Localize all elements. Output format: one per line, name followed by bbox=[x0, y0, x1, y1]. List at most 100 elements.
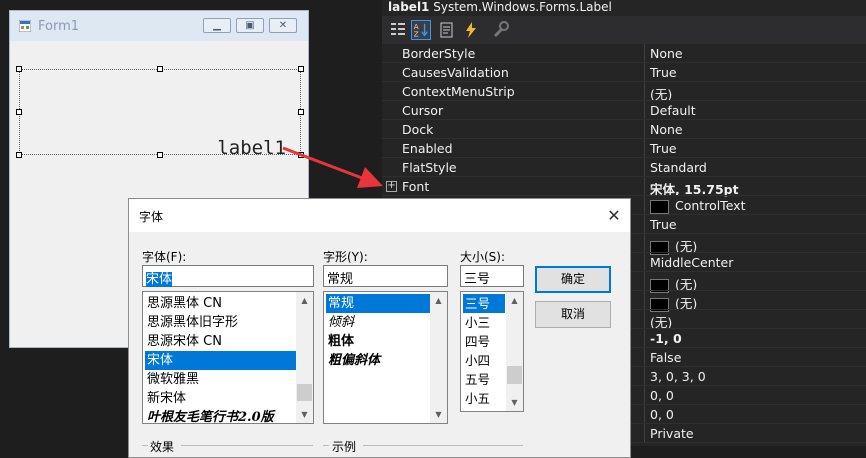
property-value[interactable]: 0, 0 bbox=[650, 388, 674, 403]
font-family-item[interactable]: 思源宋体 CN bbox=[145, 332, 296, 351]
property-name: FlatStyle bbox=[402, 160, 457, 175]
font-style-item[interactable]: 倾斜 bbox=[326, 313, 433, 332]
property-value[interactable]: Default bbox=[650, 103, 696, 118]
label1-control[interactable]: label1 bbox=[19, 69, 301, 159]
property-value[interactable]: Private bbox=[650, 426, 694, 441]
expand-icon[interactable]: + bbox=[386, 181, 397, 192]
scroll-down-icon[interactable]: ▼ bbox=[506, 394, 523, 411]
font-family-item[interactable]: 叶根友毛笔行书2.0版 bbox=[145, 408, 296, 423]
resize-handle-bottom[interactable] bbox=[157, 152, 163, 158]
font-size-list[interactable]: 三号小三四号小四五号小五六号▲▼ bbox=[460, 291, 524, 412]
property-divider bbox=[644, 101, 645, 120]
property-row[interactable]: Cursor Default bbox=[382, 101, 866, 120]
sample-group-label: 示例 bbox=[332, 440, 357, 454]
font-size-item[interactable]: 五号 bbox=[463, 370, 505, 389]
font-family-item[interactable]: 思源黑体 CN bbox=[145, 294, 296, 313]
properties-object-selector[interactable]: label1 System.Windows.Forms.Label bbox=[382, 0, 866, 16]
property-row[interactable]: FlatStyle Standard bbox=[382, 158, 866, 177]
font-size-item[interactable]: 小三 bbox=[463, 313, 505, 332]
events-icon[interactable] bbox=[461, 20, 481, 40]
resize-handle-left[interactable] bbox=[16, 109, 22, 115]
font-style-item[interactable]: 粗偏斜体 bbox=[326, 351, 433, 370]
font-size-input[interactable]: 三号 bbox=[460, 265, 524, 287]
resize-handle-bottom-right[interactable] bbox=[298, 152, 304, 158]
list-scrollbar[interactable]: ▲ ▼ bbox=[296, 292, 313, 423]
property-divider bbox=[644, 177, 645, 196]
font-family-item[interactable]: 微软雅黑 bbox=[145, 370, 296, 389]
property-name: BorderStyle bbox=[402, 46, 476, 61]
property-divider bbox=[644, 82, 645, 101]
property-row[interactable]: ContextMenuStrip (无) bbox=[382, 82, 866, 102]
resize-handle-top[interactable] bbox=[157, 66, 163, 72]
property-divider bbox=[644, 310, 645, 329]
font-family-list[interactable]: 思源黑体 CN 思源黑体旧字形 思源宋体 CN 宋体 微软雅黑 新宋体 叶根友毛笔行书2.0… bbox=[142, 291, 314, 424]
scroll-up-icon[interactable]: ▲ bbox=[296, 292, 313, 309]
resize-handle-right[interactable] bbox=[298, 109, 304, 115]
scroll-thumb[interactable] bbox=[297, 384, 312, 401]
property-value[interactable]: MiddleCenter bbox=[650, 255, 733, 270]
properties-toolbar: A Z bbox=[382, 16, 866, 44]
form-title: Form1 bbox=[38, 19, 80, 34]
resize-handle-top-right[interactable] bbox=[298, 66, 304, 72]
font-family-item[interactable]: 新宋体 bbox=[145, 389, 296, 408]
font-style-item[interactable]: 常规 bbox=[326, 294, 433, 313]
dialog-titlebar[interactable]: 字体 ✕ bbox=[129, 199, 630, 232]
scroll-down-icon[interactable]: ▼ bbox=[296, 406, 313, 423]
property-value-text: MiddleCenter bbox=[650, 255, 734, 270]
scroll-down-icon[interactable]: ▼ bbox=[430, 406, 447, 423]
font-family-input[interactable]: 宋体 bbox=[142, 265, 314, 287]
font-size-input-value: 三号 bbox=[464, 272, 491, 287]
alphabetical-icon[interactable]: A Z bbox=[411, 20, 431, 40]
font-style-list[interactable]: 常规 倾斜 粗体 粗偏斜体 ▲ ▼ bbox=[323, 291, 448, 424]
property-row[interactable]: + Font 宋体, 15.75pt bbox=[382, 177, 866, 197]
font-family-item[interactable]: 思源黑体旧字形 bbox=[145, 313, 296, 332]
property-value-text: True bbox=[650, 217, 677, 232]
scroll-up-icon[interactable]: ▲ bbox=[506, 292, 523, 309]
property-value[interactable]: True bbox=[650, 141, 677, 156]
font-size-item[interactable]: 三号 bbox=[463, 294, 505, 313]
property-divider bbox=[644, 405, 645, 424]
property-pages-icon[interactable] bbox=[491, 20, 511, 40]
ok-button[interactable]: 确定 bbox=[535, 266, 611, 293]
scroll-up-icon[interactable]: ▲ bbox=[430, 292, 447, 309]
property-value[interactable]: False bbox=[650, 350, 681, 365]
property-row[interactable]: Dock None bbox=[382, 120, 866, 139]
property-value[interactable]: None bbox=[650, 46, 683, 61]
cancel-button[interactable]: 取消 bbox=[535, 301, 611, 328]
property-name: Enabled bbox=[402, 141, 453, 156]
label1-text: label1 bbox=[217, 137, 286, 159]
property-value[interactable]: -1, 0 bbox=[650, 331, 682, 346]
scroll-thumb[interactable] bbox=[507, 366, 522, 384]
form-titlebar[interactable]: Form1 ▁ ▣ ✕ bbox=[10, 11, 308, 41]
property-value[interactable]: True bbox=[650, 217, 677, 232]
font-family-item[interactable]: 宋体 bbox=[145, 351, 296, 370]
property-value-text: Private bbox=[650, 426, 694, 441]
dialog-close-button[interactable]: ✕ bbox=[601, 204, 627, 228]
font-size-item[interactable]: 四号 bbox=[463, 332, 505, 351]
font-style-input[interactable]: 常规 bbox=[323, 265, 448, 287]
maximize-button[interactable]: ▣ bbox=[236, 18, 264, 33]
close-window-button[interactable]: ✕ bbox=[269, 18, 297, 33]
property-value[interactable]: ControlText bbox=[650, 198, 745, 214]
property-value[interactable]: True bbox=[650, 65, 677, 80]
font-size-item[interactable]: 小四 bbox=[463, 351, 505, 370]
property-value[interactable]: 0, 0 bbox=[650, 407, 674, 422]
property-row[interactable]: CausesValidation True bbox=[382, 63, 866, 82]
minimize-button[interactable]: ▁ bbox=[203, 18, 231, 33]
property-row[interactable]: BorderStyle None bbox=[382, 44, 866, 63]
font-size-item[interactable]: 六号 bbox=[463, 408, 505, 411]
resize-handle-bottom-left[interactable] bbox=[16, 152, 22, 158]
property-value[interactable]: Standard bbox=[650, 160, 707, 175]
properties-icon[interactable] bbox=[437, 20, 457, 40]
categorized-icon[interactable] bbox=[388, 20, 408, 40]
property-value[interactable]: 3, 0, 3, 0 bbox=[650, 369, 706, 384]
property-divider bbox=[644, 215, 645, 234]
font-size-item[interactable]: 小五 bbox=[463, 389, 505, 408]
font-style-item[interactable]: 粗体 bbox=[326, 332, 433, 351]
property-name: Dock bbox=[402, 122, 434, 137]
list-scrollbar[interactable]: ▲ ▼ bbox=[430, 292, 447, 423]
property-row[interactable]: Enabled True bbox=[382, 139, 866, 158]
resize-handle-top-left[interactable] bbox=[16, 66, 22, 72]
list-scrollbar[interactable]: ▲ ▼ bbox=[506, 292, 523, 411]
property-value[interactable]: None bbox=[650, 122, 683, 137]
